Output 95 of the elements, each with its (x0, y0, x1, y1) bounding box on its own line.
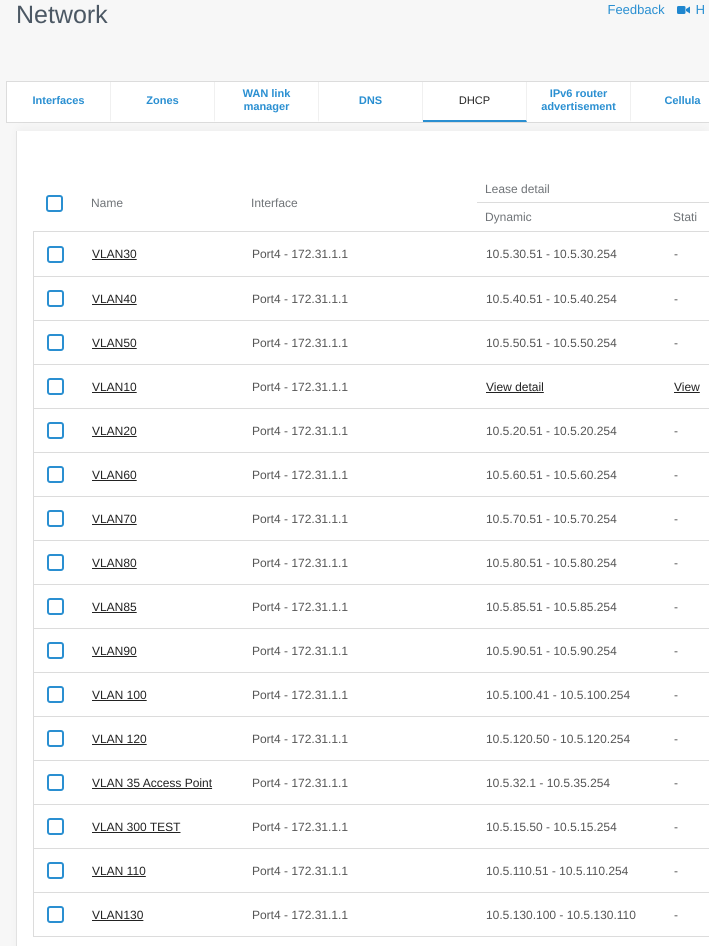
row-checkbox[interactable] (46, 422, 64, 439)
static-value: - (674, 688, 678, 702)
name-link[interactable]: VLAN60 (92, 468, 137, 482)
table-cell: Port4 - 172.31.1.1 (252, 820, 348, 834)
static-value: - (674, 247, 678, 261)
tab[interactable]: Zones (111, 82, 215, 122)
name-link[interactable]: VLAN130 (92, 908, 144, 922)
dynamic-range: 10.5.85.51 - 10.5.85.254 (486, 600, 617, 614)
static-value: - (674, 556, 678, 570)
row-checkbox[interactable] (46, 598, 64, 615)
name-link[interactable]: VLAN10 (92, 380, 137, 394)
row-checkbox[interactable] (46, 290, 64, 307)
table-cell: Port4 - 172.31.1.1 (252, 688, 348, 702)
row-checkbox[interactable] (46, 378, 64, 395)
column-header: Name (91, 196, 124, 210)
dynamic-range: 10.5.32.1 - 10.5.35.254 (486, 776, 610, 790)
dynamic-range: 10.5.90.51 - 10.5.90.254 (486, 644, 617, 658)
row-checkbox[interactable] (46, 246, 64, 262)
name-link[interactable]: VLAN 300 TEST (92, 820, 180, 834)
dynamic-range: 10.5.30.51 - 10.5.30.254 (486, 247, 617, 261)
column-header: Stati (673, 210, 698, 224)
column-header: Dynamic (485, 210, 532, 224)
name-link[interactable]: VLAN70 (92, 512, 137, 526)
row-checkbox[interactable] (46, 510, 64, 527)
table-cell: Port4 - 172.31.1.1 (252, 908, 348, 922)
table-cell: Port4 - 172.31.1.1 (252, 292, 348, 306)
row-checkbox[interactable] (46, 334, 64, 351)
dynamic-range: 10.5.50.51 - 10.5.50.254 (486, 336, 617, 350)
table-cell: Port4 - 172.31.1.1 (252, 644, 348, 658)
static-value: - (674, 512, 678, 526)
name-link[interactable]: VLAN40 (92, 292, 137, 306)
row-checkbox[interactable] (46, 686, 64, 703)
table-cell: Port4 - 172.31.1.1 (252, 776, 348, 790)
table-cell: Port4 - 172.31.1.1 (252, 247, 348, 261)
dynamic-range: 10.5.130.100 - 10.5.130.110 (486, 908, 636, 922)
row-checkbox[interactable] (46, 730, 64, 747)
name-link[interactable]: VLAN80 (92, 556, 137, 570)
name-link[interactable]: VLAN20 (92, 424, 137, 438)
static-value: - (674, 468, 678, 482)
static-value: - (674, 908, 678, 922)
select-all-checkbox[interactable] (46, 194, 63, 212)
table-cell: Port4 - 172.31.1.1 (252, 556, 348, 570)
table-cell: Port4 - 172.31.1.1 (252, 600, 348, 614)
dynamic-range: 10.5.80.51 - 10.5.80.254 (486, 556, 617, 570)
page-title: Network (16, 0, 108, 30)
column-header: Interface (251, 196, 299, 210)
name-link[interactable]: VLAN30 (92, 247, 137, 261)
dynamic-range: 10.5.20.51 - 10.5.20.254 (486, 424, 617, 438)
column-group-header: Lease detail (477, 175, 709, 203)
dynamic-range: 10.5.40.51 - 10.5.40.254 (486, 292, 617, 306)
static-value: - (674, 292, 678, 306)
name-link[interactable]: VLAN 120 (92, 732, 147, 746)
row-checkbox[interactable] (46, 906, 64, 923)
static-value: - (674, 776, 678, 790)
row-checkbox[interactable] (46, 862, 64, 879)
row-checkbox[interactable] (46, 466, 64, 483)
dynamic-range: 10.5.70.51 - 10.5.70.254 (486, 512, 617, 526)
table-cell: Port4 - 172.31.1.1 (252, 512, 348, 526)
dynamic-range: 10.5.110.51 - 10.5.110.254 (486, 864, 628, 878)
tab[interactable]: WAN link manager (215, 82, 319, 122)
name-link[interactable]: VLAN 100 (92, 688, 147, 702)
static-value: - (674, 644, 678, 658)
dynamic-range: 10.5.60.51 - 10.5.60.254 (486, 468, 617, 482)
name-link[interactable]: VLAN50 (92, 336, 137, 350)
table-cell: Port4 - 172.31.1.1 (252, 732, 348, 746)
static-value: - (674, 424, 678, 438)
dynamic-range: 10.5.100.41 - 10.5.100.254 (486, 688, 630, 702)
static-value: - (674, 820, 678, 834)
static-value: - (674, 864, 678, 878)
table-cell: Port4 - 172.31.1.1 (252, 468, 348, 482)
row-checkbox[interactable] (46, 554, 64, 571)
dynamic-range: 10.5.120.50 - 10.5.120.254 (486, 732, 630, 746)
dynamic-range: 10.5.15.50 - 10.5.15.254 (486, 820, 617, 834)
name-link[interactable]: VLAN 110 (92, 864, 146, 878)
name-link[interactable]: VLAN90 (92, 644, 137, 658)
video-camera-icon (676, 4, 690, 14)
tab[interactable]: DNS (319, 82, 423, 122)
row-checkbox[interactable] (46, 818, 64, 835)
tab[interactable]: DHCP (423, 82, 527, 122)
static-value: - (674, 336, 678, 350)
table-cell: Port4 - 172.31.1.1 (252, 864, 348, 878)
tab[interactable]: Cellula (631, 82, 709, 122)
table-cell: Port4 - 172.31.1.1 (252, 380, 348, 394)
tab[interactable]: IPv6 router advertisement (527, 82, 631, 122)
static-value: - (674, 732, 678, 746)
dynamic-range-link[interactable]: View detail (486, 380, 544, 394)
table-cell: Port4 - 172.31.1.1 (252, 336, 348, 350)
tab[interactable]: Interfaces (7, 82, 111, 122)
table-cell: Port4 - 172.31.1.1 (252, 424, 348, 438)
static-value-link[interactable]: View (674, 380, 700, 394)
static-value: - (674, 600, 678, 614)
row-checkbox[interactable] (46, 642, 64, 659)
name-link[interactable]: VLAN85 (92, 600, 137, 614)
name-link[interactable]: VLAN 35 Access Point (92, 776, 212, 790)
row-checkbox[interactable] (46, 774, 64, 791)
